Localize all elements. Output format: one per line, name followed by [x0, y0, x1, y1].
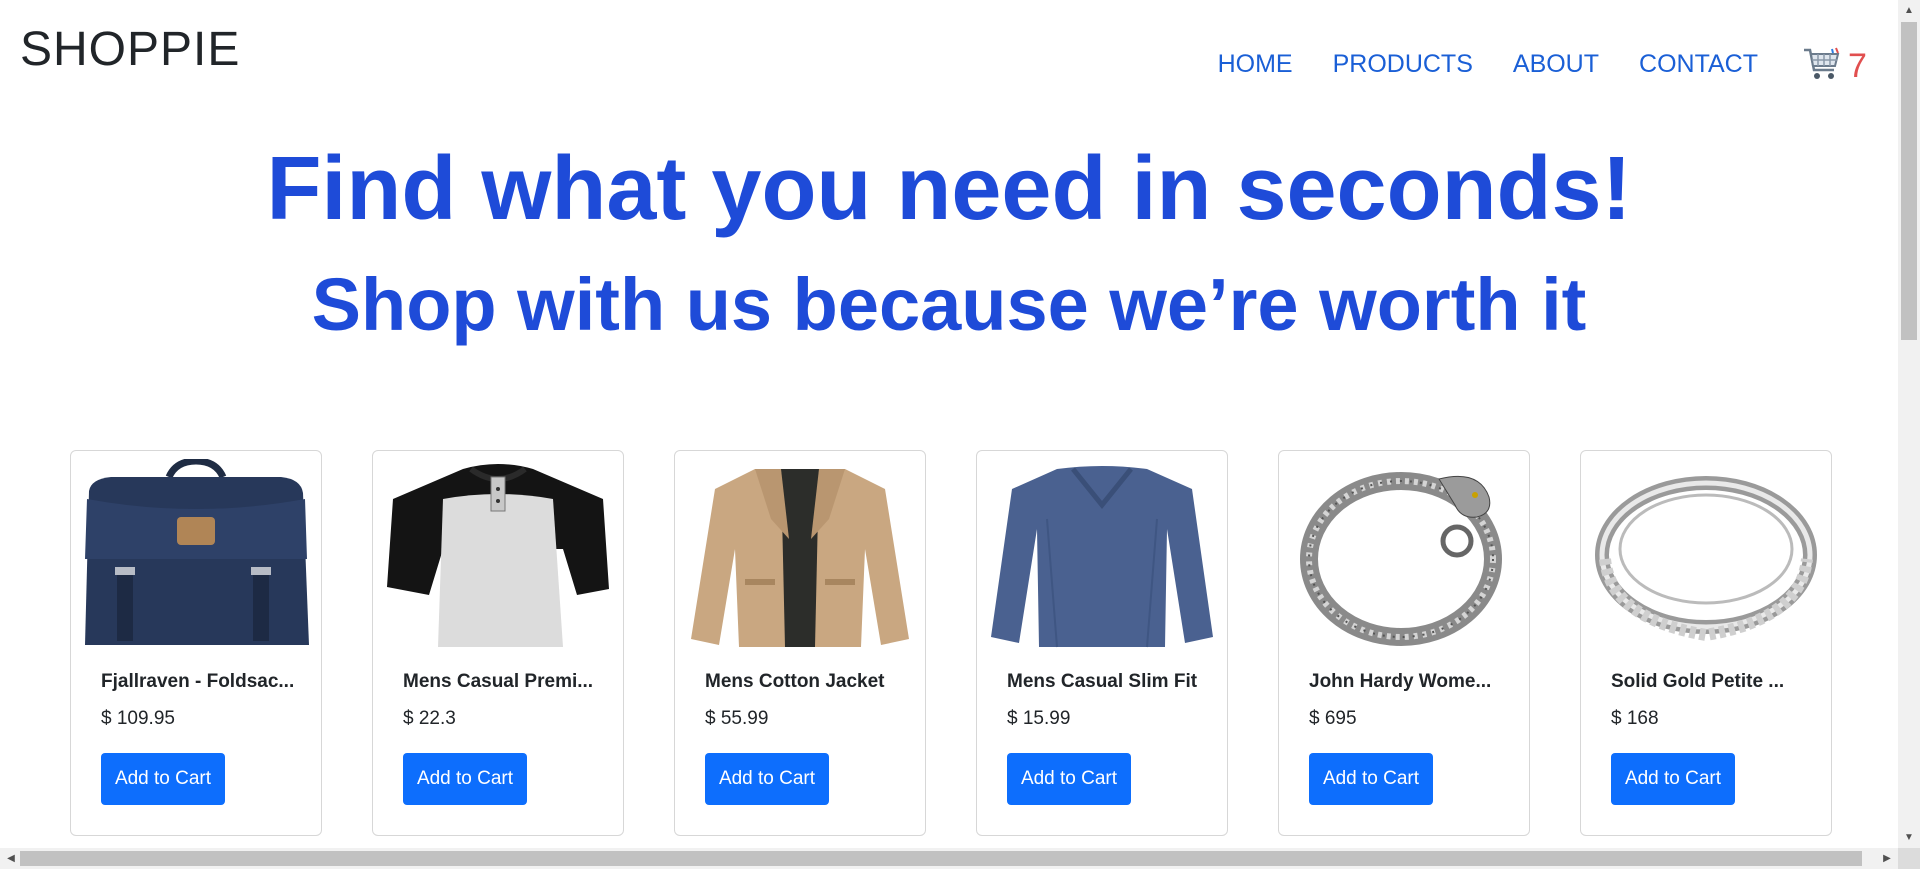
product-card: Solid Gold Petite ... $ 168 Add to Cart — [1580, 450, 1832, 836]
product-title[interactable]: Mens Casual Slim Fit — [1007, 671, 1197, 693]
product-price: $ 22.3 — [403, 708, 456, 729]
shopping-cart-icon — [1802, 46, 1842, 87]
product-card: Mens Casual Slim Fit $ 15.99 Add to Cart — [976, 450, 1228, 836]
main-nav: HOME PRODUCTS ABOUT CONTACT — [1218, 50, 1758, 79]
product-title[interactable]: John Hardy Wome... — [1309, 671, 1491, 693]
scrollbar-corner — [1898, 848, 1920, 869]
cart-count-badge: 7 — [1848, 47, 1867, 85]
vertical-scroll-thumb[interactable] — [1901, 22, 1917, 340]
dragon-bracelet-image[interactable] — [1289, 459, 1519, 651]
brand-logo[interactable]: SHOPPIE — [20, 22, 240, 77]
product-price: $ 55.99 — [705, 708, 769, 729]
add-to-cart-button[interactable]: Add to Cart — [1611, 753, 1735, 805]
product-title[interactable]: Fjallraven - Foldsac... — [101, 671, 294, 693]
product-grid: Fjallraven - Foldsac... $ 109.95 Add to … — [70, 450, 1832, 836]
horizontal-scrollbar[interactable]: ◀ ▶ — [0, 848, 1898, 869]
product-card: Fjallraven - Foldsac... $ 109.95 Add to … — [70, 450, 322, 836]
ring-image[interactable] — [1591, 459, 1821, 651]
product-card: John Hardy Wome... $ 695 Add to Cart — [1278, 450, 1530, 836]
product-title[interactable]: Mens Cotton Jacket — [705, 671, 884, 693]
scroll-right-arrow-icon[interactable]: ▶ — [1878, 848, 1896, 869]
product-price: $ 15.99 — [1007, 708, 1071, 729]
nav-about[interactable]: ABOUT — [1513, 50, 1599, 79]
page: SHOPPIE HOME PRODUCTS ABOUT CONTACT 7 Fi… — [0, 0, 1898, 848]
nav-products[interactable]: PRODUCTS — [1333, 50, 1473, 79]
raglan-tshirt-image[interactable] — [383, 459, 613, 651]
add-to-cart-button[interactable]: Add to Cart — [705, 753, 829, 805]
scroll-up-arrow-icon[interactable]: ▲ — [1898, 2, 1920, 20]
product-title[interactable]: Mens Casual Premi... — [403, 671, 593, 693]
product-card: Mens Casual Premi... $ 22.3 Add to Cart — [372, 450, 624, 836]
hero-title: Find what you need in seconds! — [266, 139, 1632, 239]
horizontal-scroll-thumb[interactable] — [20, 851, 1862, 866]
add-to-cart-button[interactable]: Add to Cart — [403, 753, 527, 805]
vertical-scrollbar[interactable]: ▲ ▼ — [1898, 0, 1920, 869]
scroll-left-arrow-icon[interactable]: ◀ — [2, 848, 20, 869]
nav-contact[interactable]: CONTACT — [1639, 50, 1758, 79]
product-price: $ 695 — [1309, 708, 1357, 729]
nav-home[interactable]: HOME — [1218, 50, 1293, 79]
backpack-image[interactable] — [81, 459, 311, 651]
add-to-cart-button[interactable]: Add to Cart — [1007, 753, 1131, 805]
scroll-down-arrow-icon[interactable]: ▼ — [1898, 829, 1920, 847]
longsleeve-shirt-image[interactable] — [987, 459, 1217, 651]
product-price: $ 168 — [1611, 708, 1659, 729]
product-price: $ 109.95 — [101, 708, 175, 729]
jacket-image[interactable] — [685, 459, 915, 651]
add-to-cart-button[interactable]: Add to Cart — [1309, 753, 1433, 805]
add-to-cart-button[interactable]: Add to Cart — [101, 753, 225, 805]
hero-subtitle: Shop with us because we’re worth it — [311, 263, 1587, 346]
product-card: Mens Cotton Jacket $ 55.99 Add to Cart — [674, 450, 926, 836]
cart-button[interactable]: 7 — [1802, 46, 1867, 87]
product-title[interactable]: Solid Gold Petite ... — [1611, 671, 1784, 693]
